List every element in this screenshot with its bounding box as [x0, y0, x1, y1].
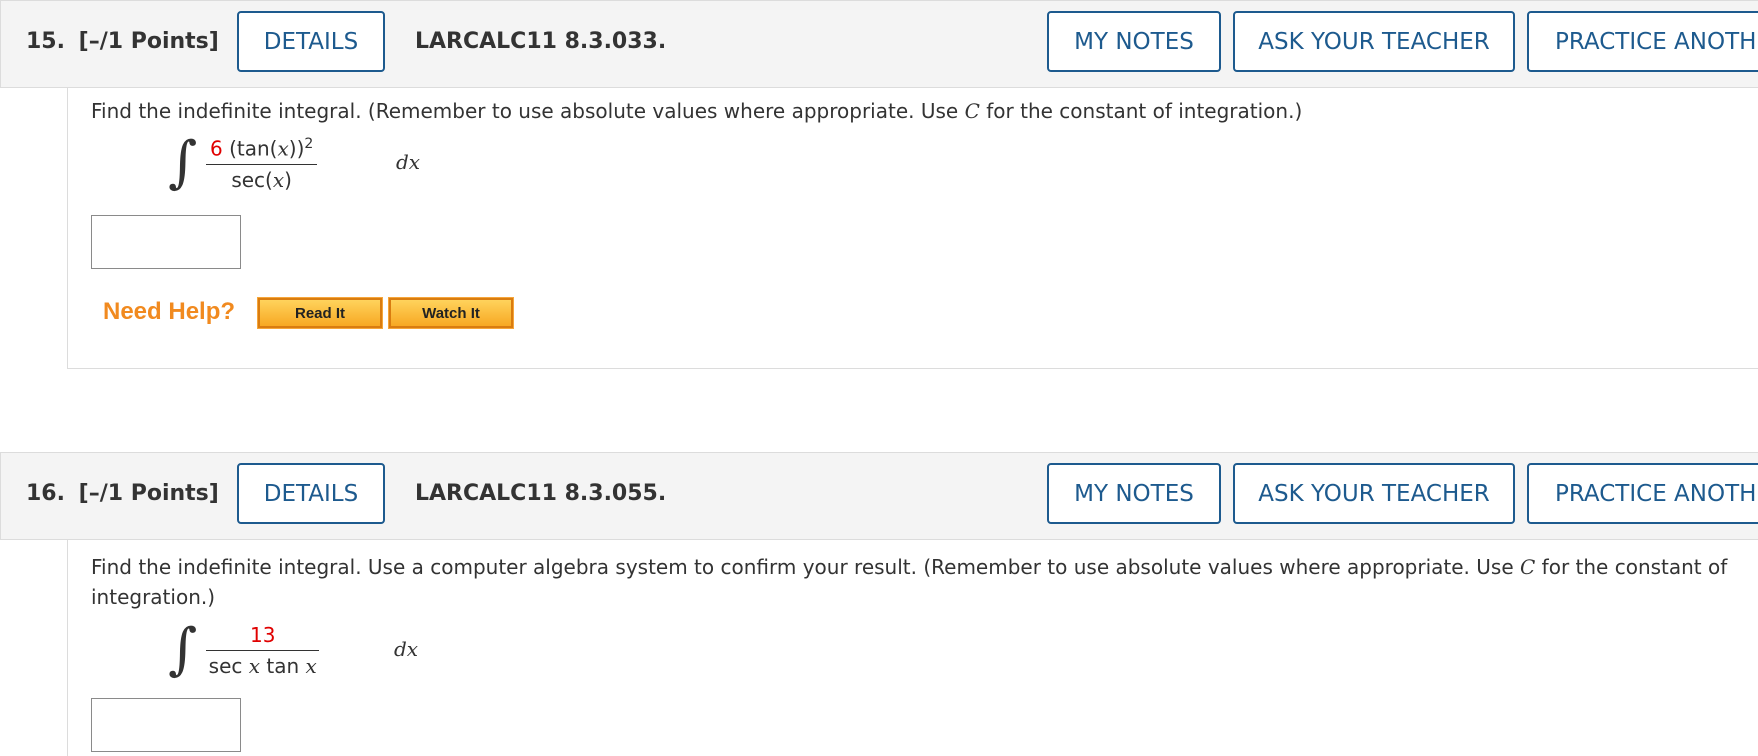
question-prompt: Find the indefinite integral. Use a comp… [91, 552, 1731, 612]
points-label: [–/1 Points] [78, 481, 219, 506]
watch-it-button[interactable]: Watch It [388, 297, 514, 329]
denominator-text: sec [208, 654, 249, 678]
integral-sign: ∫ [168, 130, 198, 195]
details-button[interactable]: DETAILS [237, 463, 385, 524]
denominator: sec x tan x [206, 651, 319, 678]
practice-another-button[interactable]: PRACTICE ANOTHER [1527, 463, 1758, 524]
question-15-header: 15. [–/1 Points] DETAILS LARCALC11 8.3.0… [0, 0, 1758, 88]
answer-input[interactable] [91, 215, 241, 269]
question-number-label: 15. [26, 29, 65, 54]
ask-your-teacher-button[interactable]: ASK YOUR TEACHER [1233, 11, 1515, 72]
denominator: sec(x) [206, 165, 317, 192]
points-label: [–/1 Points] [78, 29, 219, 54]
constant-symbol: C [964, 99, 980, 123]
fraction: 6 (tan(x))2 sec(x) [206, 136, 318, 192]
coefficient: 13 [250, 623, 276, 647]
coefficient: 6 [210, 136, 223, 161]
answer-input[interactable] [91, 698, 241, 752]
ask-your-teacher-button[interactable]: ASK YOUR TEACHER [1233, 463, 1515, 524]
question-prompt: Find the indefinite integral. (Remember … [91, 96, 1731, 126]
prompt-text: for the constant of integration.) [979, 99, 1303, 123]
my-notes-button[interactable]: MY NOTES [1047, 11, 1221, 72]
numerator: 13 [206, 623, 320, 651]
variable: x [272, 167, 285, 192]
exponent: 2 [304, 136, 314, 152]
differential: dx [396, 150, 421, 174]
question-16-body: Find the indefinite integral. Use a comp… [67, 540, 1758, 756]
variable: x [277, 136, 289, 161]
question-number: 15. [–/1 Points] [26, 29, 219, 54]
fraction: 13 sec x tan x [206, 623, 320, 678]
denominator-text: sec( [231, 167, 273, 192]
variable: x [305, 654, 317, 678]
differential: dx [394, 637, 419, 661]
read-it-button[interactable]: Read It [257, 297, 383, 329]
variable: x [248, 654, 261, 678]
question-16-header: 16. [–/1 Points] DETAILS LARCALC11 8.3.0… [0, 452, 1758, 540]
constant-symbol: C [1520, 555, 1536, 579]
numerator-text: )) [288, 136, 305, 161]
numerator: 6 (tan(x))2 [206, 136, 318, 165]
question-code: LARCALC11 8.3.033. [415, 29, 667, 54]
question-number: 16. [–/1 Points] [26, 481, 219, 506]
denominator-text: tan [260, 654, 306, 678]
denominator-text: ) [284, 167, 292, 192]
question-15-body: Find the indefinite integral. (Remember … [67, 88, 1758, 369]
prompt-text: Find the indefinite integral. Use a comp… [91, 555, 1520, 579]
question-code: LARCALC11 8.3.055. [415, 481, 667, 506]
question-number-label: 16. [26, 481, 65, 506]
practice-another-button[interactable]: PRACTICE ANOTHER [1527, 11, 1758, 72]
prompt-text: Find the indefinite integral. (Remember … [91, 99, 965, 123]
integral-sign: ∫ [168, 617, 198, 682]
my-notes-button[interactable]: MY NOTES [1047, 463, 1221, 524]
need-help-label: Need Help? [103, 298, 236, 325]
numerator-text: (tan( [222, 136, 278, 161]
details-button[interactable]: DETAILS [237, 11, 385, 72]
